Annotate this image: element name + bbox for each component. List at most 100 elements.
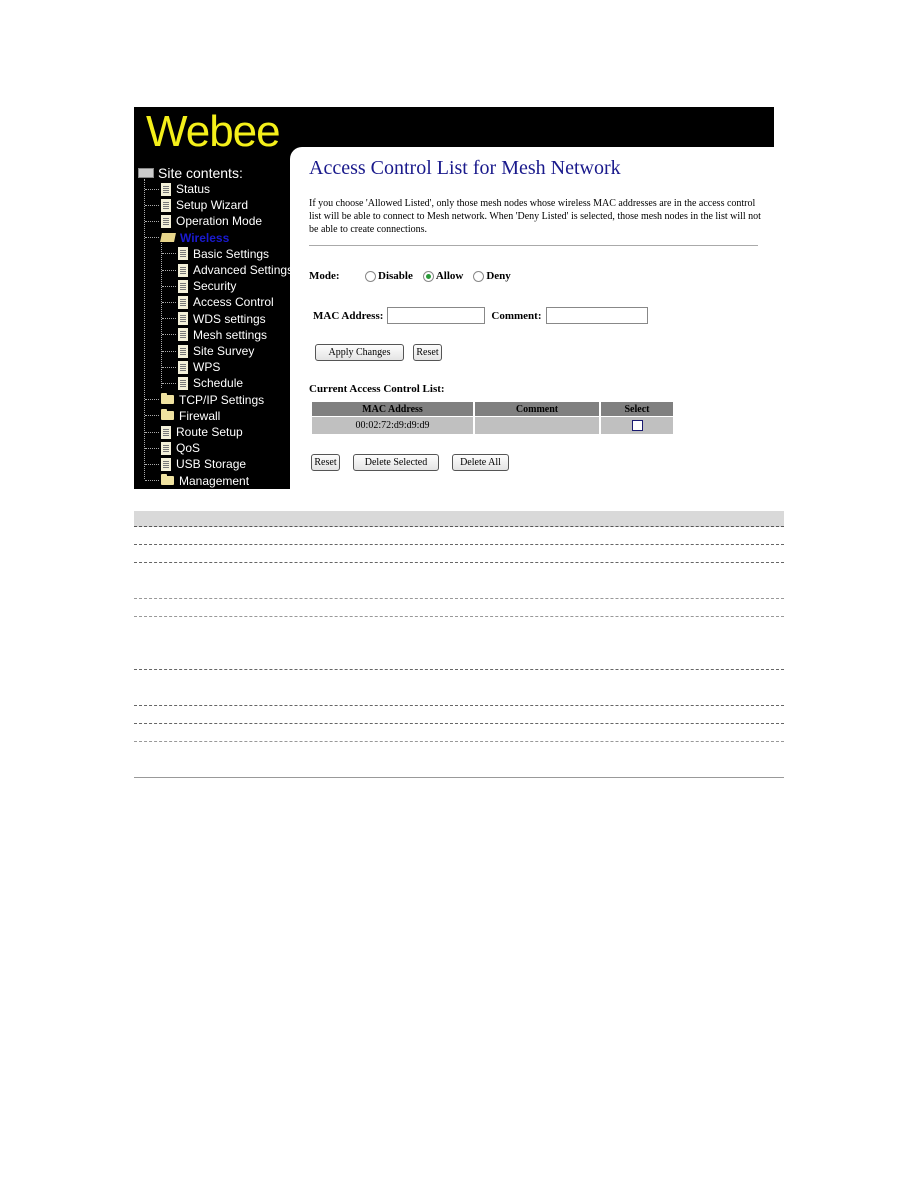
sidebar-item-label: WDS settings (193, 311, 266, 326)
tree-connector (145, 447, 159, 449)
sidebar-item-advanced-settings[interactable]: Advanced Settings (162, 262, 293, 278)
delete-all-button[interactable]: Delete All (452, 454, 509, 471)
sidebar-tree: Site contents: Status Setup Wizard Operati… (134, 163, 293, 489)
tree-connector (145, 220, 159, 222)
sidebar-item-route-setup[interactable]: Route Setup (145, 424, 243, 440)
sidebar-item-label: Operation Mode (176, 214, 263, 229)
doc-table-row (134, 527, 784, 545)
document-table (134, 511, 784, 778)
comment-input[interactable] (545, 307, 648, 324)
sidebar-item-label: Status (176, 182, 211, 196)
radio-allow[interactable]: Allow (422, 270, 463, 282)
document-icon (161, 425, 171, 439)
radio-disable[interactable]: Disable (365, 270, 413, 282)
apply-changes-button[interactable]: Apply Changes (315, 344, 404, 361)
column-select: Select (601, 402, 673, 416)
network-icon (138, 168, 154, 178)
site-contents-label: Site contents: (158, 165, 243, 181)
sidebar-item-basic-settings[interactable]: Basic Settings (162, 246, 269, 262)
document-icon (161, 441, 171, 455)
sidebar-item-wds-settings[interactable]: WDS settings (162, 311, 266, 327)
sidebar-item-access-control[interactable]: Access Control (162, 294, 274, 310)
mac-row: MAC Address: Comment: (313, 307, 648, 324)
sidebar-item-site-survey[interactable]: Site Survey (162, 343, 254, 359)
radio-deny-circle[interactable] (473, 270, 485, 282)
sidebar-item-label: WPS (193, 360, 221, 375)
sidebar-item-qos[interactable]: QoS (145, 440, 200, 456)
delete-selected-button[interactable]: Delete Selected (353, 454, 439, 471)
sidebar-item-label: Site Survey (193, 344, 255, 358)
reset-button[interactable]: Reset (413, 344, 442, 361)
tree-connector (162, 301, 176, 303)
tree-connector (145, 237, 159, 239)
table-row: 00:02:72:d9:d9:d9 (312, 417, 673, 434)
list-title: Current Access Control List: (309, 383, 445, 395)
sidebar-item-tcp-ip-settings[interactable]: TCP/IP Settings (145, 392, 264, 408)
document-icon (178, 295, 188, 309)
sidebar-item-label: QoS (176, 441, 201, 456)
sidebar-item-mesh-settings[interactable]: Mesh settings (162, 327, 267, 343)
sidebar-item-label: Firewall (179, 408, 221, 423)
folder-open-icon (160, 233, 176, 243)
row-select-cell (601, 417, 673, 434)
tree-connector (162, 350, 176, 352)
sidebar-item-security[interactable]: Security (162, 278, 236, 294)
tree-connector (162, 382, 176, 384)
divider (309, 245, 758, 246)
sidebar-item-label: Advanced Settings (193, 263, 294, 277)
folder-icon (161, 409, 174, 421)
mac-address-input[interactable] (387, 307, 486, 324)
radio-allow-circle[interactable] (422, 270, 434, 282)
document-icon (178, 360, 188, 374)
tree-connector (162, 318, 176, 320)
mode-row: Mode: Disable Allow Deny (309, 270, 511, 282)
document-icon (161, 182, 171, 196)
doc-table-row (134, 724, 784, 742)
sidebar-item-label: Wireless (180, 230, 230, 245)
radio-disable-circle[interactable] (365, 270, 376, 282)
sidebar-item-wps[interactable]: WPS (162, 359, 220, 375)
tree-connector (162, 253, 176, 255)
document-icon (178, 279, 188, 293)
tree-connector (162, 366, 176, 368)
tree-connector (145, 188, 159, 190)
document-icon (178, 344, 188, 358)
reset-list-button[interactable]: Reset (311, 454, 340, 471)
sidebar-item-label: Schedule (193, 376, 244, 391)
row-select-checkbox[interactable] (631, 420, 643, 432)
sidebar-item-management[interactable]: Management (145, 473, 249, 489)
sidebar-item-label: TCP/IP Settings (179, 392, 265, 407)
tree-connector (162, 269, 176, 271)
doc-table-row (134, 617, 784, 670)
sidebar-item-label: Basic Settings (193, 246, 270, 261)
tree-connector (145, 399, 159, 401)
document-icon (178, 376, 188, 390)
doc-table-row (134, 545, 784, 563)
radio-deny[interactable]: Deny (473, 270, 511, 282)
access-control-table: MAC Address Comment Select 00:02:72:d9:d… (310, 401, 675, 435)
page-title: Access Control List for Mesh Network (309, 157, 621, 179)
mode-label: Mode: (309, 270, 340, 282)
tree-connector (145, 480, 159, 482)
folder-icon (161, 393, 174, 405)
column-comment: Comment (475, 402, 599, 416)
sidebar-item-operation-mode[interactable]: Operation Mode (145, 213, 262, 229)
tree-connector (145, 204, 159, 206)
tree-connector (145, 415, 159, 417)
sidebar-item-status[interactable]: Status (145, 181, 210, 197)
mac-address-label: MAC Address: (313, 309, 384, 322)
sidebar-item-usb-storage[interactable]: USB Storage (145, 456, 246, 472)
radio-disable-label: Disable (378, 270, 413, 282)
document-icon (161, 214, 171, 228)
webee-logo: Webee (146, 107, 281, 156)
sidebar-item-schedule[interactable]: Schedule (162, 375, 243, 391)
tree-connector (162, 334, 176, 336)
sidebar-item-label: Setup Wizard (176, 198, 249, 213)
sidebar-item-setup-wizard[interactable]: Setup Wizard (145, 197, 248, 213)
doc-table-row (134, 706, 784, 724)
sidebar-item-wireless[interactable]: Wireless (145, 230, 229, 246)
router-admin-screenshot: Webee Site contents: Status Setup Wizard O… (134, 107, 774, 489)
sidebar-item-firewall[interactable]: Firewall (145, 408, 220, 424)
folder-icon (161, 474, 174, 486)
doc-table-row (134, 670, 784, 706)
